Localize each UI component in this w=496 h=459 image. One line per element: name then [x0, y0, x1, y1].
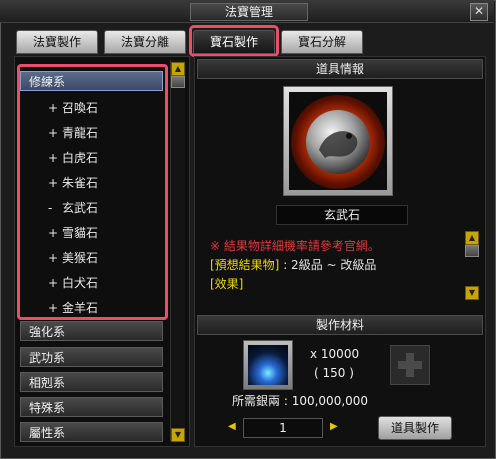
warning-icon: ※	[210, 239, 221, 253]
scroll-down-icon[interactable]: ▼	[171, 428, 185, 442]
make-item-button[interactable]: 道具製作	[378, 416, 452, 440]
item-info-header: 道具情報	[197, 59, 483, 79]
tab-gem-decompose[interactable]: 寶石分解	[281, 30, 363, 54]
scroll-up-icon[interactable]: ▲	[171, 62, 185, 76]
result-value: : 2級品 ~ 改級品	[283, 258, 377, 272]
item-description: ※ 結果物詳細機率請參考官網。 [預想結果物] : 2級品 ~ 改級品 [效果]	[202, 230, 460, 300]
list-highlight	[17, 64, 168, 320]
info-scroll-up-icon[interactable]: ▲	[465, 231, 479, 245]
close-button[interactable]: ✕	[470, 3, 488, 21]
plus-icon	[398, 353, 422, 377]
warning-line: ※ 結果物詳細機率請參考官網。	[210, 238, 380, 254]
result-line: [預想結果物] : 2級品 ~ 改級品	[210, 257, 376, 273]
category-scrollbar[interactable]	[170, 60, 185, 441]
item-name: 玄武石	[276, 205, 408, 225]
gem-artwork	[291, 95, 385, 189]
material-count: x 10000	[310, 347, 360, 361]
scroll-thumb[interactable]	[171, 76, 185, 88]
category-martial[interactable]: 武功系	[20, 347, 163, 367]
increase-arrow-icon[interactable]: ▶	[330, 421, 338, 432]
info-scroll-thumb[interactable]	[465, 245, 479, 257]
black-tortoise-gem-icon[interactable]	[289, 92, 387, 190]
result-label: [預想結果物]	[210, 258, 280, 272]
tab-treasure-separate[interactable]: 法寶分離	[104, 30, 186, 54]
category-counter[interactable]: 相剋系	[20, 372, 163, 392]
decrease-arrow-icon[interactable]: ◀	[228, 421, 236, 432]
category-attribute[interactable]: 屬性系	[20, 422, 163, 442]
material-header: 製作材料	[197, 315, 483, 335]
category-enhance[interactable]: 強化系	[20, 321, 163, 341]
cost-line: 所需銀兩 : 100,000,000	[232, 392, 368, 409]
title-bar[interactable]: 法寶管理 ✕	[0, 0, 494, 23]
material-owned: ( 150 )	[314, 366, 354, 380]
quantity-input[interactable]: 1	[243, 418, 323, 438]
warning-text: 結果物詳細機率請參考官網。	[223, 239, 380, 253]
category-special[interactable]: 特殊系	[20, 397, 163, 417]
window-title: 法寶管理	[190, 3, 308, 21]
info-scroll-down-icon[interactable]: ▼	[465, 286, 479, 300]
tab-treasure-make[interactable]: 法寶製作	[16, 30, 98, 54]
tab-highlight	[189, 25, 279, 57]
cost-value: : 100,000,000	[283, 394, 369, 408]
material-icon[interactable]	[248, 345, 288, 385]
add-material-slot[interactable]	[390, 345, 430, 385]
effect-label: [效果]	[210, 277, 244, 291]
cost-label: 所需銀兩	[232, 394, 281, 408]
